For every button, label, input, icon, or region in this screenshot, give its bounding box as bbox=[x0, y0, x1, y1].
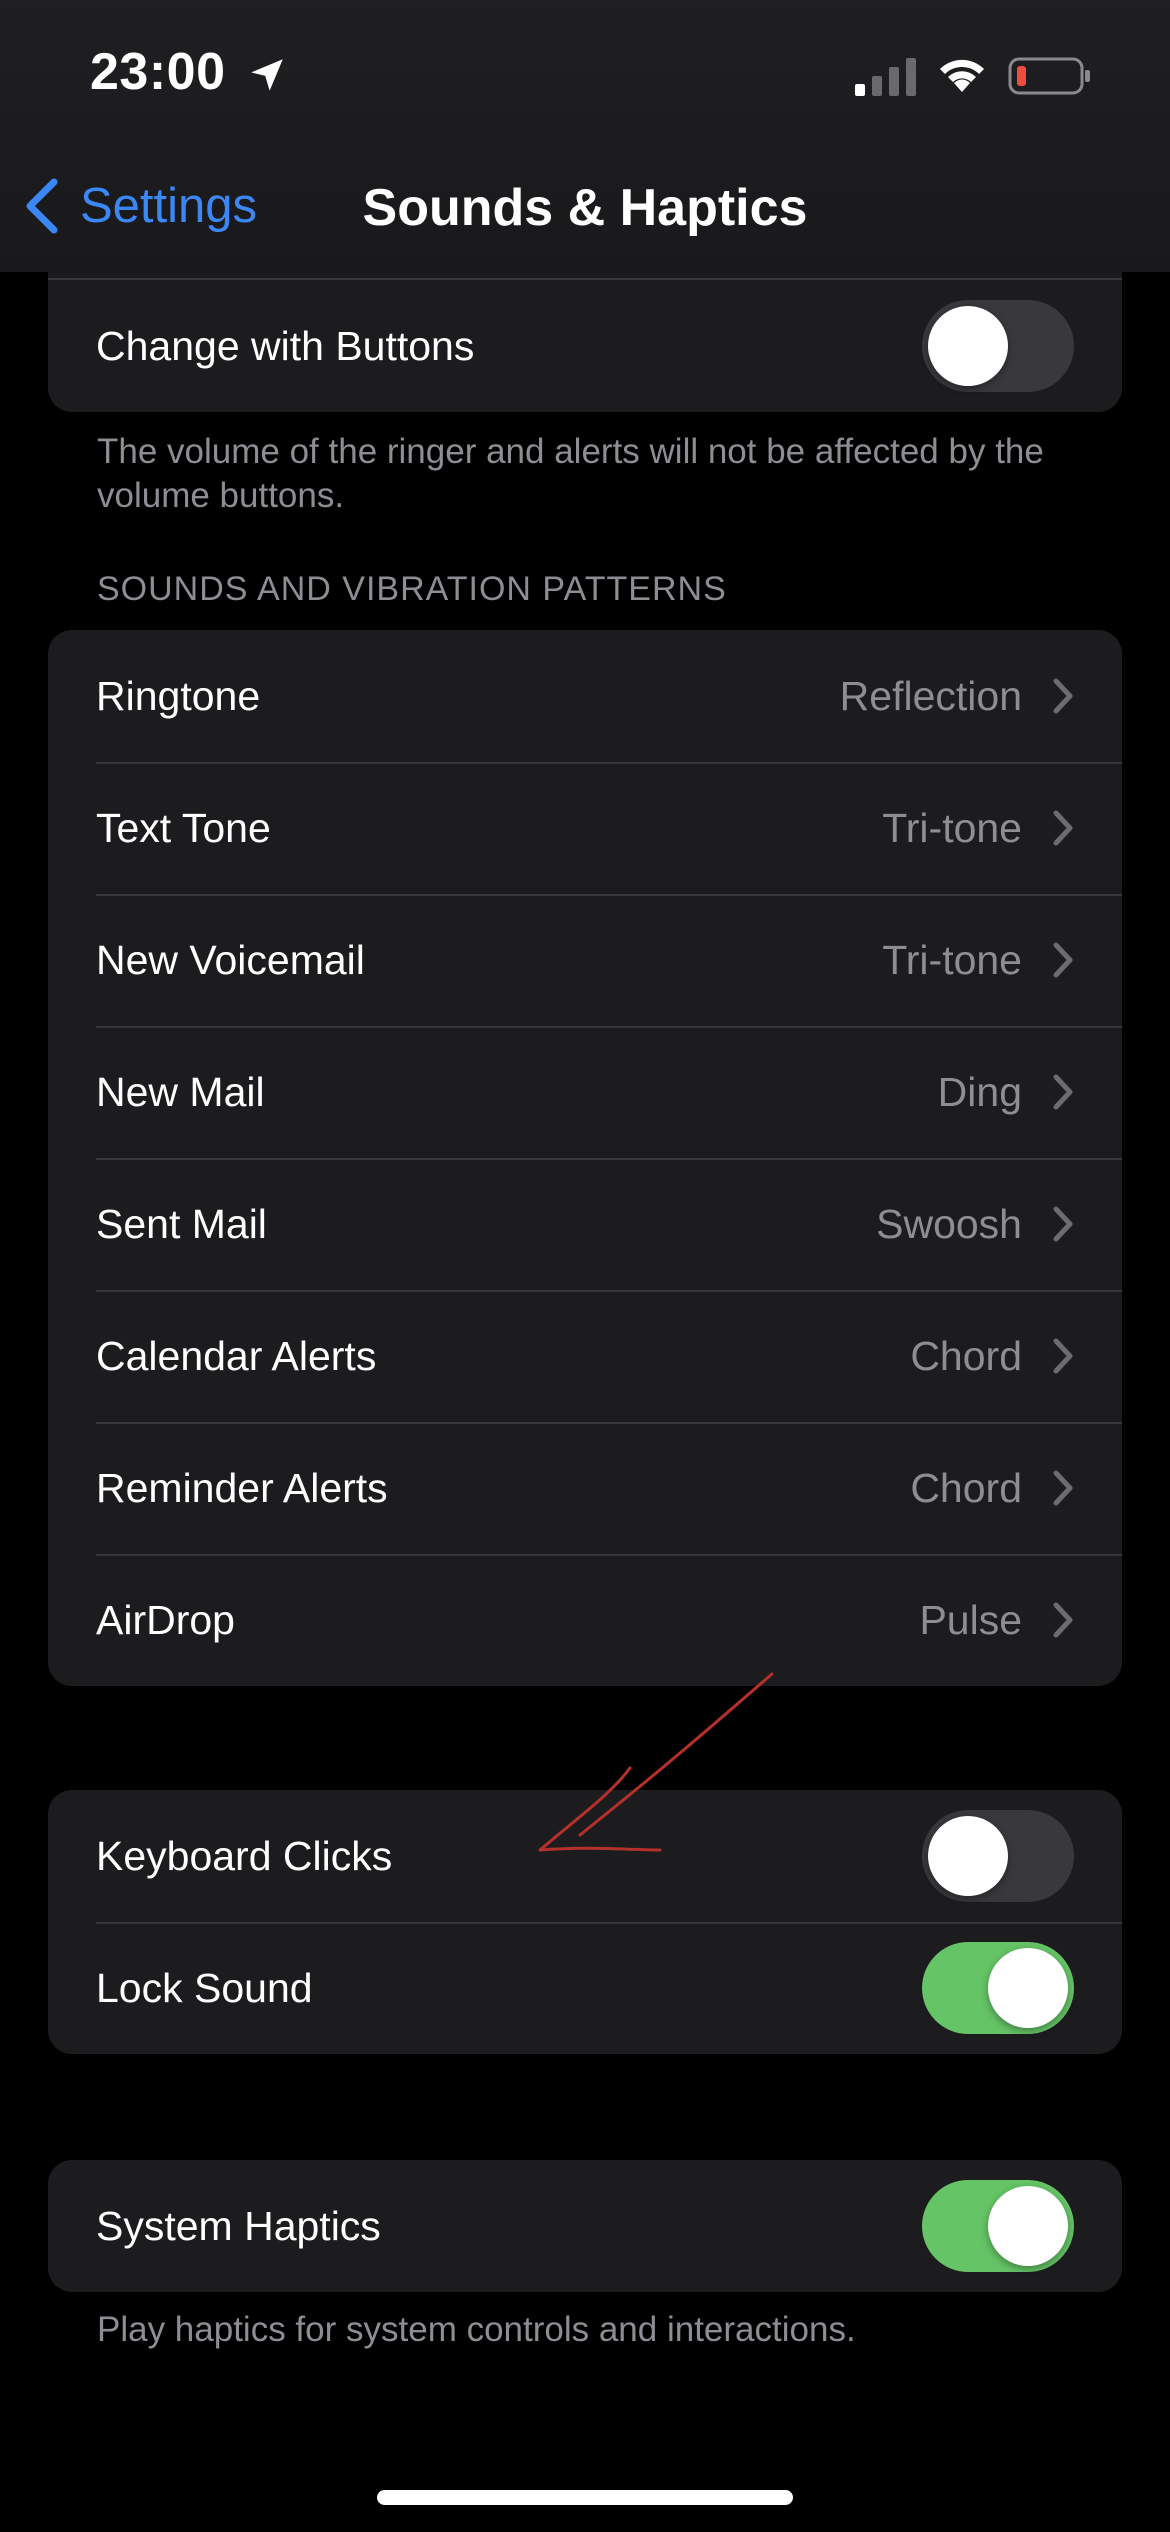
change-with-buttons-row: Change with Buttons bbox=[48, 280, 1122, 412]
patterns-group: Ringtone Reflection Text Tone Tri-tone New V… bbox=[48, 630, 1122, 1686]
row-value: Ding bbox=[937, 1068, 1022, 1115]
list-item[interactable]: New Mail Ding bbox=[48, 1026, 1122, 1158]
row-label: Calendar Alerts bbox=[96, 1332, 377, 1379]
change-with-buttons-toggle[interactable] bbox=[922, 300, 1074, 392]
battery-low-icon bbox=[1008, 57, 1090, 95]
row-label: New Mail bbox=[96, 1068, 265, 1115]
row-value: Chord bbox=[910, 1464, 1022, 1511]
chevron-right-icon bbox=[1053, 678, 1073, 714]
row-label: Sent Mail bbox=[96, 1200, 267, 1247]
divider bbox=[48, 278, 1122, 280]
list-item[interactable]: Calendar Alerts Chord bbox=[48, 1290, 1122, 1422]
system-haptics-row: System Haptics bbox=[48, 2160, 1122, 2292]
section-header-patterns: SOUNDS AND VIBRATION PATTERNS bbox=[97, 570, 727, 608]
haptics-group: System Haptics bbox=[48, 2160, 1122, 2292]
row-label: Ringtone bbox=[96, 672, 261, 719]
row-value: Chord bbox=[910, 1332, 1022, 1379]
wifi-icon bbox=[940, 59, 984, 92]
annotation-arrow-icon bbox=[538, 1672, 774, 1852]
system-haptics-toggle[interactable] bbox=[922, 2180, 1074, 2272]
list-item[interactable]: Sent Mail Swoosh bbox=[48, 1158, 1122, 1290]
row-label: AirDrop bbox=[96, 1596, 235, 1643]
navigation-header: 23:00 Settings Sounds & Haptics bbox=[0, 0, 1170, 272]
list-item[interactable]: New Voicemail Tri-tone bbox=[48, 894, 1122, 1026]
chevron-right-icon bbox=[1053, 1602, 1073, 1638]
chevron-right-icon bbox=[1053, 1074, 1073, 1110]
chevron-right-icon bbox=[1053, 1206, 1073, 1242]
system-haptics-label: System Haptics bbox=[96, 2202, 381, 2249]
row-label: New Voicemail bbox=[96, 936, 365, 983]
ringer-footnote: The volume of the ringer and alerts will… bbox=[97, 432, 1044, 515]
row-label: Text Tone bbox=[96, 804, 271, 851]
row-value: Reflection bbox=[839, 672, 1022, 719]
lock-sound-toggle[interactable] bbox=[922, 1942, 1074, 2034]
row-value: Tri-tone bbox=[882, 936, 1022, 983]
home-indicator[interactable] bbox=[377, 2490, 793, 2505]
row-value: Pulse bbox=[919, 1596, 1022, 1643]
list-item[interactable]: Text Tone Tri-tone bbox=[48, 762, 1122, 894]
chevron-right-icon bbox=[1053, 1470, 1073, 1506]
keyboard-clicks-toggle[interactable] bbox=[922, 1810, 1074, 1902]
change-with-buttons-label: Change with Buttons bbox=[96, 322, 475, 369]
row-value: Swoosh bbox=[876, 1200, 1022, 1247]
row-value: Tri-tone bbox=[882, 804, 1022, 851]
list-item[interactable]: Reminder Alerts Chord bbox=[48, 1422, 1122, 1554]
lock-sound-label: Lock Sound bbox=[96, 1964, 313, 2011]
haptics-footnote: Play haptics for system controls and int… bbox=[97, 2310, 856, 2349]
list-item[interactable]: Ringtone Reflection bbox=[48, 630, 1122, 762]
chevron-right-icon bbox=[1053, 942, 1073, 978]
status-time: 23:00 bbox=[90, 43, 226, 101]
keyboard-clicks-label: Keyboard Clicks bbox=[96, 1832, 393, 1879]
page-title: Sounds & Haptics bbox=[362, 179, 808, 237]
chevron-right-icon bbox=[1053, 1338, 1073, 1374]
ringer-group: Change with Buttons bbox=[48, 250, 1122, 412]
chevron-right-icon bbox=[1053, 810, 1073, 846]
cellular-signal-icon bbox=[855, 58, 916, 96]
row-label: Reminder Alerts bbox=[96, 1464, 388, 1511]
location-arrow-icon bbox=[251, 59, 283, 91]
lock-sound-row: Lock Sound bbox=[48, 1922, 1122, 2054]
